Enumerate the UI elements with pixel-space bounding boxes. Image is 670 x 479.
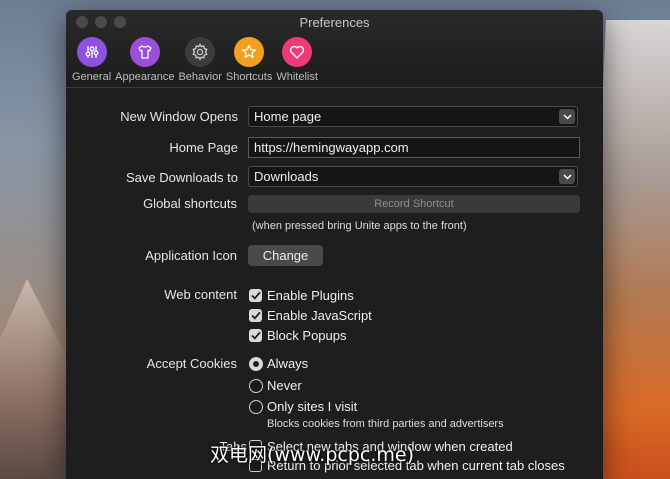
tab-appearance[interactable]: Appearance [115,37,174,83]
cookies-always-radio[interactable]: Always [249,356,308,371]
application-icon-label: Application Icon [145,248,237,263]
cookies-visited-radio[interactable]: Only sites I visit [249,399,357,414]
accept-cookies-label: Accept Cookies [146,356,237,371]
block-popups-checkbox[interactable]: Block Popups [249,328,347,343]
global-shortcuts-label: Global shortcuts [143,196,237,211]
tab-shortcuts[interactable]: Shortcuts [226,37,272,83]
shortcut-hint: (when pressed bring Unite apps to the fr… [252,220,467,232]
checkbox-label: Enable JavaScript [267,308,372,323]
change-icon-button[interactable]: Change [248,245,323,266]
tab-label: Whitelist [276,71,318,83]
tab-label: General [72,71,112,83]
checkmark-icon [249,289,262,302]
preferences-toolbar: General Appearance Behavior Shortcuts Wh… [72,37,322,83]
cookies-hint: Blocks cookies from third parties and ad… [267,418,504,430]
cookies-never-radio[interactable]: Never [249,378,302,393]
tab-behavior[interactable]: Behavior [178,37,222,83]
tshirt-icon [129,37,160,67]
web-content-label: Web content [164,287,237,302]
tab-label: Appearance [115,71,175,83]
star-icon [234,37,265,67]
save-downloads-value: Downloads [254,169,319,184]
save-downloads-label: Save Downloads to [125,170,238,185]
title-bar: Preferences General Appearance Behavior … [66,10,603,88]
checkbox-label: Enable Plugins [267,288,354,303]
checkmark-icon [249,329,262,342]
sliders-icon [76,37,107,67]
window-title: Preferences [299,15,370,30]
gear-icon [185,37,216,67]
radio-unselected-icon [249,399,263,414]
enable-plugins-checkbox[interactable]: Enable Plugins [249,288,354,303]
tab-whitelist[interactable]: Whitelist [276,37,318,83]
heart-icon [282,37,313,67]
new-window-label: New Window Opens [120,109,238,124]
watermark: 双电网(www.pcpc.me) [210,444,414,466]
preferences-window: Preferences General Appearance Behavior … [66,10,603,479]
radio-unselected-icon [249,378,263,393]
radio-label: Never [267,378,302,393]
enable-javascript-checkbox[interactable]: Enable JavaScript [249,308,372,323]
chevron-down-icon [559,109,575,124]
record-shortcut-button[interactable]: Record Shortcut [248,195,580,213]
new-window-value: Home page [254,109,322,124]
new-window-select[interactable]: Home page [248,106,578,127]
checkmark-icon [249,309,262,322]
tab-label: Behavior [178,71,222,83]
tab-label: Shortcuts [225,71,273,83]
radio-selected-icon [249,356,263,371]
save-downloads-select[interactable]: Downloads [248,166,578,187]
home-page-input[interactable]: https://hemingwayapp.com [248,137,580,158]
radio-label: Only sites I visit [267,399,358,414]
radio-label: Always [267,356,309,371]
tab-general[interactable]: General [72,37,111,83]
chevron-down-icon [559,169,575,184]
checkbox-label: Block Popups [267,328,347,343]
home-page-label: Home Page [169,140,238,155]
